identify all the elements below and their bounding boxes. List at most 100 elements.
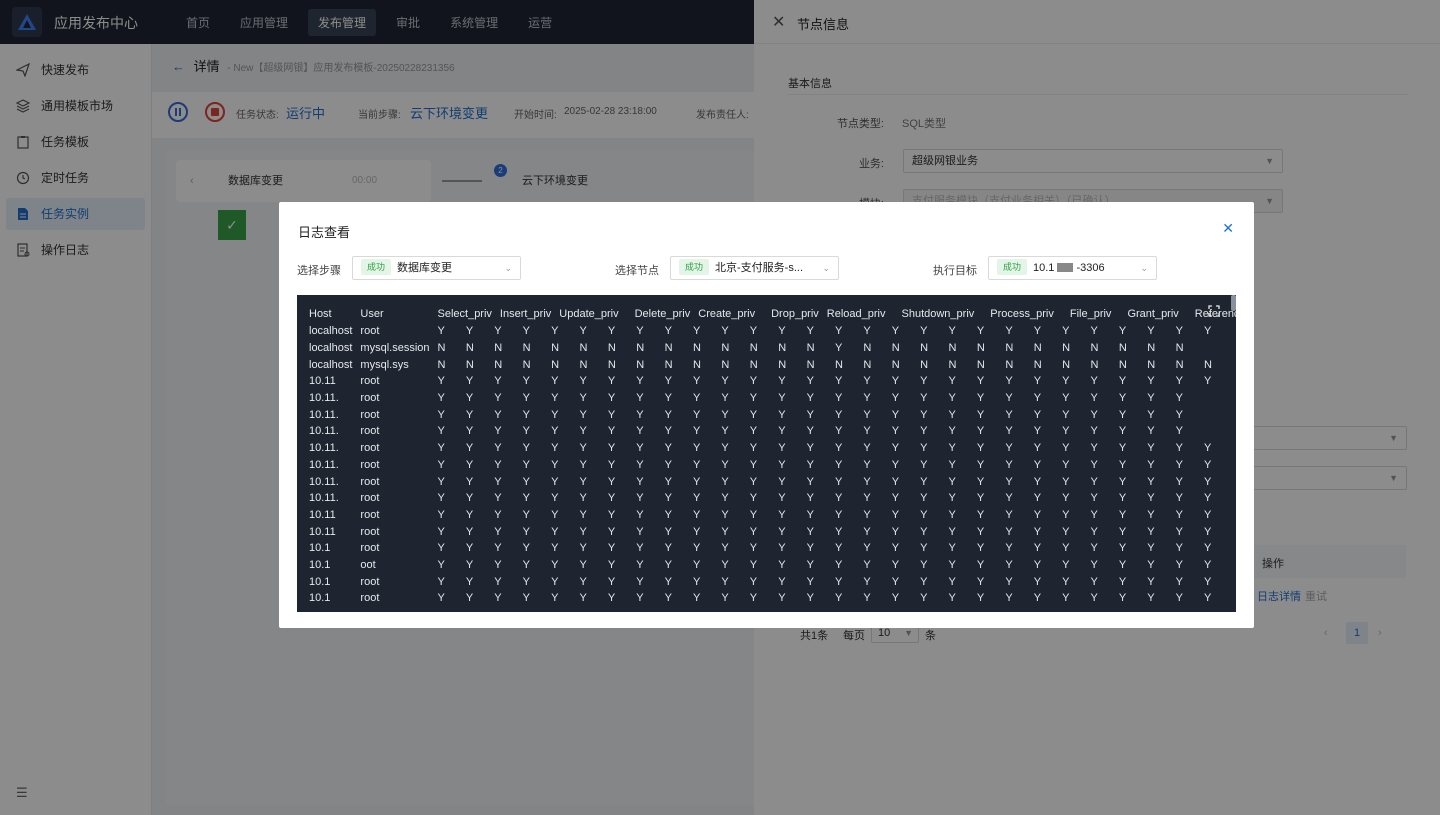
log-flag: Y	[1147, 408, 1155, 421]
log-flag: Y	[1204, 325, 1212, 338]
log-flag: N	[607, 342, 616, 355]
log-row: 10.1 oot Y Y Y Y Y Y Y Y Y Y Y Y Y Y Y Y Y Y Y Y Y Y Y Y Y Y Y Y	[305, 557, 1236, 574]
log-flag: Y	[1033, 508, 1042, 521]
log-flag: Y	[636, 592, 644, 605]
log-row: 10.11 root Y Y Y Y Y Y Y Y Y Y Y Y Y Y Y Y Y Y Y Y Y Y Y Y Y Y Y Y	[305, 507, 1236, 524]
log-flag: Y	[1090, 558, 1098, 571]
log-flag: N	[1062, 358, 1071, 371]
log-flag: Y	[1118, 592, 1127, 605]
log-flag: N	[749, 358, 758, 371]
log-flag: Y	[1147, 492, 1155, 505]
log-flag: Y	[1118, 392, 1127, 405]
log-flag: Y	[1118, 542, 1127, 555]
log-flag: Y	[721, 558, 729, 571]
log-flag: Y	[834, 592, 843, 605]
log-flag: Y	[948, 475, 956, 488]
chevron-down-icon: ⌄	[504, 263, 512, 273]
log-flag: Y	[1175, 575, 1183, 588]
log-column-header: File_priv	[1069, 308, 1112, 320]
log-flag: Y	[522, 442, 531, 455]
log-flag: Y	[1147, 592, 1155, 605]
log-flag: Y	[948, 408, 956, 421]
log-host-cell: 10.11	[309, 525, 336, 538]
log-flag: Y	[834, 508, 843, 521]
log-column-header: Create_priv	[698, 308, 756, 320]
log-column-header: Select_priv	[437, 308, 492, 320]
log-flag: Y	[636, 575, 644, 588]
log-flag: Y	[1090, 508, 1098, 521]
log-flag: Y	[1147, 475, 1155, 488]
log-flag: Y	[891, 575, 900, 588]
modal-title: 日志查看	[298, 225, 351, 240]
log-flag: Y	[664, 408, 672, 421]
log-flag: Y	[948, 558, 956, 571]
step-select[interactable]: 成功 数据库变更 ⌄	[352, 256, 521, 280]
log-flag: Y	[1062, 575, 1070, 588]
log-console[interactable]: Host User Select_priv Insert_priv Update_pri…	[297, 295, 1236, 612]
log-flag: Y	[976, 325, 985, 338]
log-flag: N	[778, 342, 787, 355]
target-select[interactable]: 成功 10.1 -3306 ⌄	[988, 256, 1157, 280]
log-flag: Y	[1204, 558, 1212, 571]
log-flag: Y	[1062, 325, 1070, 338]
log-flag: Y	[806, 592, 814, 605]
log-flag: Y	[749, 458, 758, 471]
log-flag: Y	[834, 458, 843, 471]
target-suffix: -3306	[1076, 262, 1105, 274]
log-flag: Y	[778, 575, 786, 588]
scrollbar-thumb[interactable]	[1231, 295, 1236, 311]
log-flag: Y	[1204, 442, 1212, 455]
log-host-cell: 10.11.	[309, 492, 339, 505]
log-row: 10.11. root Y Y Y Y Y Y Y Y Y Y Y Y Y Y Y Y Y Y Y Y Y Y Y Y Y Y Y	[305, 390, 1236, 407]
log-flag: N	[437, 358, 446, 371]
log-flag: Y	[920, 592, 928, 605]
log-flag: Y	[1175, 442, 1183, 455]
log-flag: Y	[891, 325, 900, 338]
log-flag: Y	[1062, 542, 1070, 555]
log-flag: Y	[863, 375, 871, 388]
log-flag: N	[1175, 358, 1184, 371]
log-flag: Y	[1062, 425, 1070, 438]
log-flag: Y	[1005, 375, 1013, 388]
log-flag: N	[749, 342, 758, 355]
log-flag: Y	[465, 392, 474, 405]
log-flag: Y	[494, 325, 502, 338]
node-select[interactable]: 成功 北京-支付服务-s... ⌄	[670, 256, 839, 280]
chevron-down-icon: ⌄	[822, 263, 830, 273]
log-flag: Y	[806, 492, 814, 505]
log-flag: Y	[465, 408, 474, 421]
log-flag: Y	[778, 425, 786, 438]
log-flag: Y	[1175, 475, 1183, 488]
log-flag: Y	[437, 325, 445, 338]
log-flag: Y	[1204, 592, 1212, 605]
log-flag: Y	[522, 375, 531, 388]
close-icon[interactable]: ✕	[1222, 220, 1234, 237]
log-flag: Y	[551, 508, 559, 521]
log-flag: Y	[551, 592, 559, 605]
log-flag: Y	[948, 442, 956, 455]
log-user-cell: root	[360, 458, 380, 471]
log-flag: Y	[1062, 375, 1070, 388]
log-flag: N	[920, 358, 929, 371]
log-flag: Y	[607, 425, 616, 438]
log-flag: Y	[1062, 592, 1070, 605]
fullscreen-icon[interactable]	[1208, 305, 1220, 317]
log-flag: Y	[721, 392, 729, 405]
log-flag: Y	[948, 492, 956, 505]
log-flag: Y	[465, 575, 474, 588]
log-flag: Y	[551, 392, 559, 405]
log-flag: N	[1147, 342, 1156, 355]
log-user-cell: root	[360, 592, 380, 605]
log-flag: Y	[551, 575, 559, 588]
log-flag: Y	[693, 375, 701, 388]
log-row: 10.11. root Y Y Y Y Y Y Y Y Y Y Y Y Y Y Y Y Y Y Y Y Y Y Y Y Y Y Y Y	[305, 473, 1236, 490]
log-flag: N	[1118, 358, 1127, 371]
log-flags-cell: YYYYYYYYYYYYYYYYYYYYYYYYYYYY	[434, 440, 1237, 457]
log-flag: Y	[664, 425, 672, 438]
log-flag: N	[693, 358, 701, 371]
log-flag: Y	[465, 525, 474, 538]
log-row: localhost root Y Y Y Y Y Y Y Y Y Y Y Y Y Y Y Y Y Y Y Y Y Y Y Y Y Y Y…	[305, 323, 1236, 340]
log-flag: Y	[863, 592, 871, 605]
log-flag: Y	[465, 592, 474, 605]
log-flag: Y	[1147, 558, 1155, 571]
